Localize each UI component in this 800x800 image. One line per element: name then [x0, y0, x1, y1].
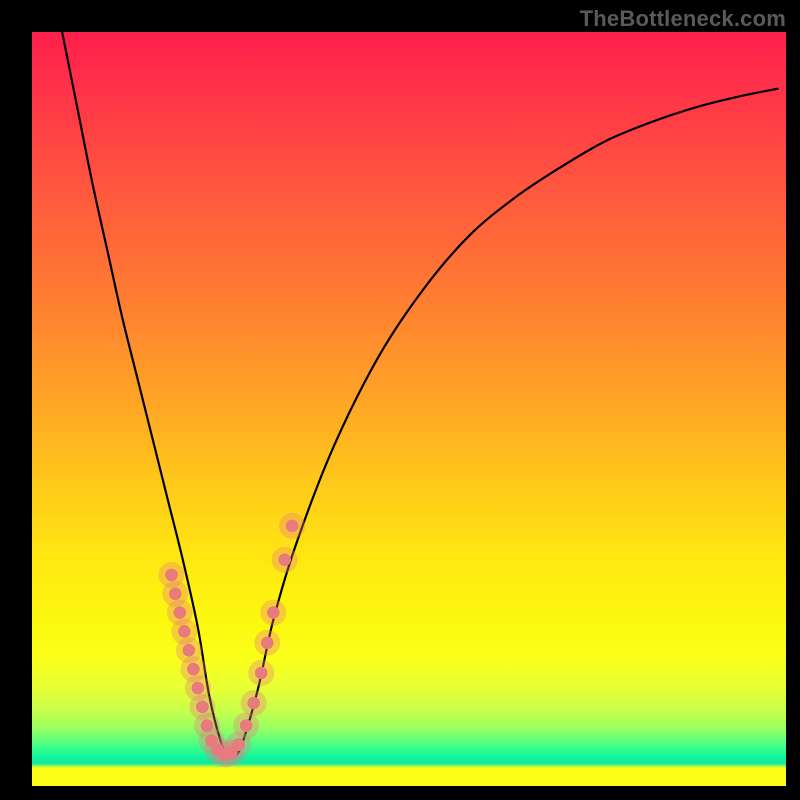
- marker-dot: [178, 625, 191, 638]
- marker-dot: [247, 697, 260, 710]
- marker-dot: [196, 700, 209, 713]
- marker-dot: [182, 644, 195, 657]
- marker-dot: [187, 663, 200, 676]
- marker-dot: [232, 738, 245, 751]
- marker-dot: [267, 606, 280, 619]
- marker-dot: [169, 587, 182, 600]
- marker-dot: [278, 553, 291, 566]
- highlight-markers: [161, 516, 302, 764]
- marker-dot: [191, 681, 204, 694]
- bottleneck-curve: [62, 32, 778, 758]
- plot-area: [32, 32, 786, 786]
- marker-dot: [286, 519, 299, 532]
- marker-dot: [165, 568, 178, 581]
- chart-svg: [32, 32, 786, 786]
- watermark-label: TheBottleneck.com: [580, 6, 786, 32]
- marker-dot: [255, 666, 268, 679]
- marker-dot: [173, 606, 186, 619]
- marker-dot: [261, 636, 274, 649]
- chart-frame: TheBottleneck.com: [0, 0, 800, 800]
- marker-dot: [240, 719, 253, 732]
